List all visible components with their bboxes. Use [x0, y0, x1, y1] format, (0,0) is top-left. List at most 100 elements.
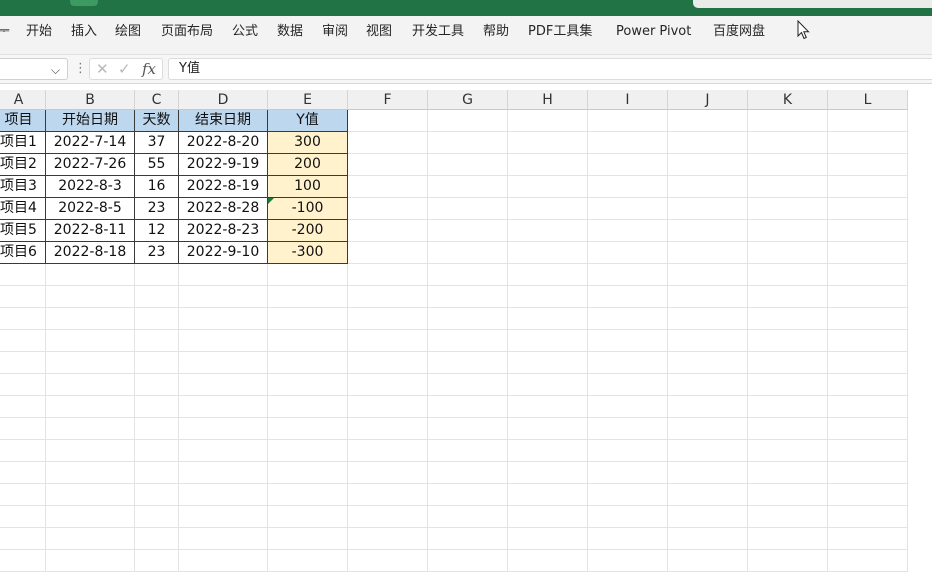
empty-cell[interactable]	[588, 352, 668, 374]
error-indicator-icon[interactable]	[268, 198, 274, 204]
empty-cell[interactable]	[428, 550, 508, 572]
empty-cell[interactable]	[135, 352, 179, 374]
empty-cell[interactable]	[828, 176, 908, 198]
ribbon-tab-9[interactable]: 开发工具	[412, 23, 464, 41]
table-cell[interactable]: 2022-7-14	[46, 132, 135, 154]
name-box[interactable]: ⌵	[0, 58, 68, 80]
empty-cell[interactable]	[588, 110, 668, 132]
empty-cell[interactable]	[668, 506, 748, 528]
empty-cell[interactable]	[46, 396, 135, 418]
empty-cell[interactable]	[748, 154, 828, 176]
empty-cell[interactable]	[828, 242, 908, 264]
ribbon-tab-file-partial[interactable]: ᆕ	[0, 23, 10, 41]
empty-cell[interactable]	[428, 440, 508, 462]
table-cell[interactable]: 2022-8-20	[179, 132, 268, 154]
table-header-cell[interactable]: 结束日期	[179, 110, 268, 132]
empty-cell[interactable]	[668, 418, 748, 440]
empty-cell[interactable]	[46, 506, 135, 528]
empty-cell[interactable]	[348, 374, 428, 396]
empty-cell[interactable]	[428, 330, 508, 352]
empty-cell[interactable]	[748, 462, 828, 484]
empty-cell[interactable]	[588, 308, 668, 330]
empty-cell[interactable]	[135, 528, 179, 550]
table-cell[interactable]: 项目4	[0, 198, 46, 220]
empty-cell[interactable]	[748, 528, 828, 550]
empty-cell[interactable]	[668, 198, 748, 220]
ribbon-tab-7[interactable]: 审阅	[322, 23, 348, 41]
empty-cell[interactable]	[828, 396, 908, 418]
empty-cell[interactable]	[748, 176, 828, 198]
empty-cell[interactable]	[348, 440, 428, 462]
ribbon-tab-5[interactable]: 公式	[232, 23, 258, 41]
empty-cell[interactable]	[428, 506, 508, 528]
empty-cell[interactable]	[588, 242, 668, 264]
empty-cell[interactable]	[668, 286, 748, 308]
empty-cell[interactable]	[0, 352, 46, 374]
empty-cell[interactable]	[828, 418, 908, 440]
empty-cell[interactable]	[428, 418, 508, 440]
empty-cell[interactable]	[268, 264, 348, 286]
table-cell[interactable]: 项目3	[0, 176, 46, 198]
empty-cell[interactable]	[179, 396, 268, 418]
empty-cell[interactable]	[268, 352, 348, 374]
empty-cell[interactable]	[508, 440, 588, 462]
empty-cell[interactable]	[46, 352, 135, 374]
empty-cell[interactable]	[348, 308, 428, 330]
empty-cell[interactable]	[348, 330, 428, 352]
empty-cell[interactable]	[508, 198, 588, 220]
empty-cell[interactable]	[588, 396, 668, 418]
empty-cell[interactable]	[828, 154, 908, 176]
empty-cell[interactable]	[748, 506, 828, 528]
empty-cell[interactable]	[268, 550, 348, 572]
empty-cell[interactable]	[179, 264, 268, 286]
column-header-e[interactable]: E	[268, 90, 348, 110]
empty-cell[interactable]	[828, 286, 908, 308]
table-cell[interactable]: 23	[135, 198, 179, 220]
column-header-k[interactable]: K	[748, 90, 828, 110]
empty-cell[interactable]	[668, 396, 748, 418]
empty-cell[interactable]	[135, 374, 179, 396]
table-cell[interactable]: 项目2	[0, 154, 46, 176]
empty-cell[interactable]	[135, 440, 179, 462]
empty-cell[interactable]	[668, 242, 748, 264]
empty-cell[interactable]	[46, 528, 135, 550]
table-cell[interactable]: 23	[135, 242, 179, 264]
table-cell[interactable]: 项目1	[0, 132, 46, 154]
empty-cell[interactable]	[508, 528, 588, 550]
empty-cell[interactable]	[348, 396, 428, 418]
empty-cell[interactable]	[508, 132, 588, 154]
empty-cell[interactable]	[508, 484, 588, 506]
empty-cell[interactable]	[348, 528, 428, 550]
column-header-b[interactable]: B	[46, 90, 135, 110]
empty-cell[interactable]	[668, 462, 748, 484]
empty-cell[interactable]	[46, 374, 135, 396]
empty-cell[interactable]	[348, 352, 428, 374]
empty-cell[interactable]	[348, 154, 428, 176]
empty-cell[interactable]	[588, 550, 668, 572]
column-header-a[interactable]: A	[0, 90, 46, 110]
empty-cell[interactable]	[268, 418, 348, 440]
empty-cell[interactable]	[268, 374, 348, 396]
empty-cell[interactable]	[588, 176, 668, 198]
ribbon-tab-13[interactable]: 百度网盘	[713, 23, 765, 41]
empty-cell[interactable]	[268, 528, 348, 550]
empty-cell[interactable]	[268, 484, 348, 506]
empty-cell[interactable]	[588, 374, 668, 396]
empty-cell[interactable]	[348, 418, 428, 440]
empty-cell[interactable]	[179, 352, 268, 374]
column-header-f[interactable]: F	[348, 90, 428, 110]
empty-cell[interactable]	[0, 440, 46, 462]
column-header-c[interactable]: C	[135, 90, 179, 110]
empty-cell[interactable]	[0, 330, 46, 352]
empty-cell[interactable]	[348, 220, 428, 242]
empty-cell[interactable]	[179, 506, 268, 528]
empty-cell[interactable]	[0, 418, 46, 440]
empty-cell[interactable]	[135, 550, 179, 572]
empty-cell[interactable]	[588, 286, 668, 308]
column-header-h[interactable]: H	[508, 90, 588, 110]
empty-cell[interactable]	[428, 176, 508, 198]
worksheet-grid[interactable]: A B C D E F G H I J K L 项目 开始日期 天数 结束日期 Y值 项目1 2022-7-14 37…	[0, 90, 932, 572]
empty-cell[interactable]	[135, 264, 179, 286]
empty-cell[interactable]	[828, 484, 908, 506]
empty-cell[interactable]	[135, 418, 179, 440]
